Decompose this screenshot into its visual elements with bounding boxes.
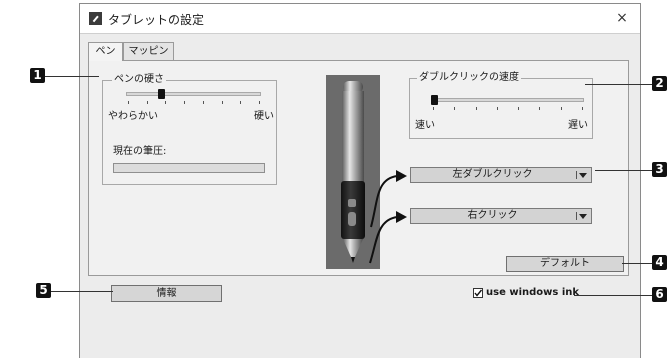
chevron-down-icon — [579, 173, 587, 178]
slider-tick — [165, 101, 167, 104]
double-click-speed-title: ダブルクリックの速度 — [417, 72, 521, 84]
current-pressure-bar — [113, 163, 265, 173]
double-click-slider-thumb[interactable] — [431, 95, 438, 105]
windows-ink-checkbox[interactable] — [473, 288, 483, 298]
pen-feel-slider-thumb[interactable] — [158, 89, 165, 99]
window-title: タブレットの設定 — [108, 13, 205, 27]
slider-tick — [475, 107, 477, 110]
pen-feel-firm-label: 硬い — [254, 111, 274, 122]
callout-line-2 — [585, 84, 652, 85]
double-click-slider-track[interactable] — [431, 98, 584, 102]
slider-tick — [518, 107, 520, 110]
callout-badge-3: 3 — [652, 162, 667, 177]
tablet-settings-dialog: タブレットの設定 × ペン マッピング ペンの硬さ やわらかい 硬い 現在の筆圧… — [79, 3, 641, 358]
slider-tick — [221, 101, 223, 104]
tab-panel: ペンの硬さ やわらかい 硬い 現在の筆圧: ダブルクリックの速度 速い 遅い 左… — [88, 60, 629, 276]
slider-tick — [539, 107, 541, 110]
lower-button-value: 右クリック — [467, 210, 518, 221]
callout-line-3 — [595, 170, 652, 171]
slider-tick — [560, 107, 562, 110]
title-bar: タブレットの設定 × — [80, 4, 640, 34]
close-button[interactable]: × — [612, 8, 632, 28]
pen-feel-soft-label: やわらかい — [108, 111, 158, 122]
pen-feel-slider-track[interactable] — [126, 92, 261, 96]
upper-button-value: 左ダブルクリック — [452, 169, 533, 180]
double-click-fast-label: 速い — [415, 120, 435, 131]
slider-tick — [496, 107, 498, 110]
pen-feel-group: ペンの硬さ やわらかい 硬い 現在の筆圧: — [102, 74, 277, 185]
slider-tick — [146, 101, 148, 104]
dropdown-separator — [576, 212, 577, 220]
windows-ink-label: use windows ink — [486, 287, 580, 298]
callout-line-5 — [51, 291, 113, 292]
slider-tick — [202, 101, 204, 104]
lower-button-dropdown[interactable]: 右クリック — [410, 208, 592, 224]
checkmark-icon — [474, 289, 483, 297]
slider-tick — [454, 107, 456, 110]
callout-badge-6: 6 — [652, 287, 667, 302]
dropdown-separator — [576, 171, 577, 179]
tab-pen[interactable]: ペン — [88, 42, 123, 61]
callout-badge-2: 2 — [652, 76, 667, 91]
double-click-speed-group: ダブルクリックの速度 速い 遅い — [409, 72, 593, 139]
chevron-down-icon — [579, 214, 587, 219]
upper-button-dropdown[interactable]: 左ダブルクリック — [410, 167, 592, 183]
tablet-app-icon — [89, 12, 102, 25]
slider-tick — [582, 107, 583, 110]
slider-tick — [259, 101, 260, 104]
double-click-slow-label: 遅い — [568, 120, 588, 131]
callout-line-6 — [574, 295, 652, 296]
button-mapping-arrows — [369, 170, 407, 264]
callout-line-4 — [622, 263, 652, 264]
callout-line-1 — [45, 76, 99, 77]
slider-tick — [240, 101, 242, 104]
slider-tick — [433, 107, 434, 110]
default-button[interactable]: デフォルト — [506, 256, 624, 272]
slider-tick — [184, 101, 186, 104]
callout-badge-4: 4 — [652, 255, 667, 270]
tab-mapping[interactable]: マッピング — [123, 42, 174, 74]
callout-badge-1: 1 — [30, 68, 45, 83]
info-button[interactable]: 情報 — [111, 285, 222, 302]
pen-feel-title: ペンの硬さ — [112, 74, 166, 86]
callout-badge-5: 5 — [36, 283, 51, 298]
slider-tick — [128, 101, 129, 104]
current-pressure-label: 現在の筆圧: — [113, 146, 167, 157]
